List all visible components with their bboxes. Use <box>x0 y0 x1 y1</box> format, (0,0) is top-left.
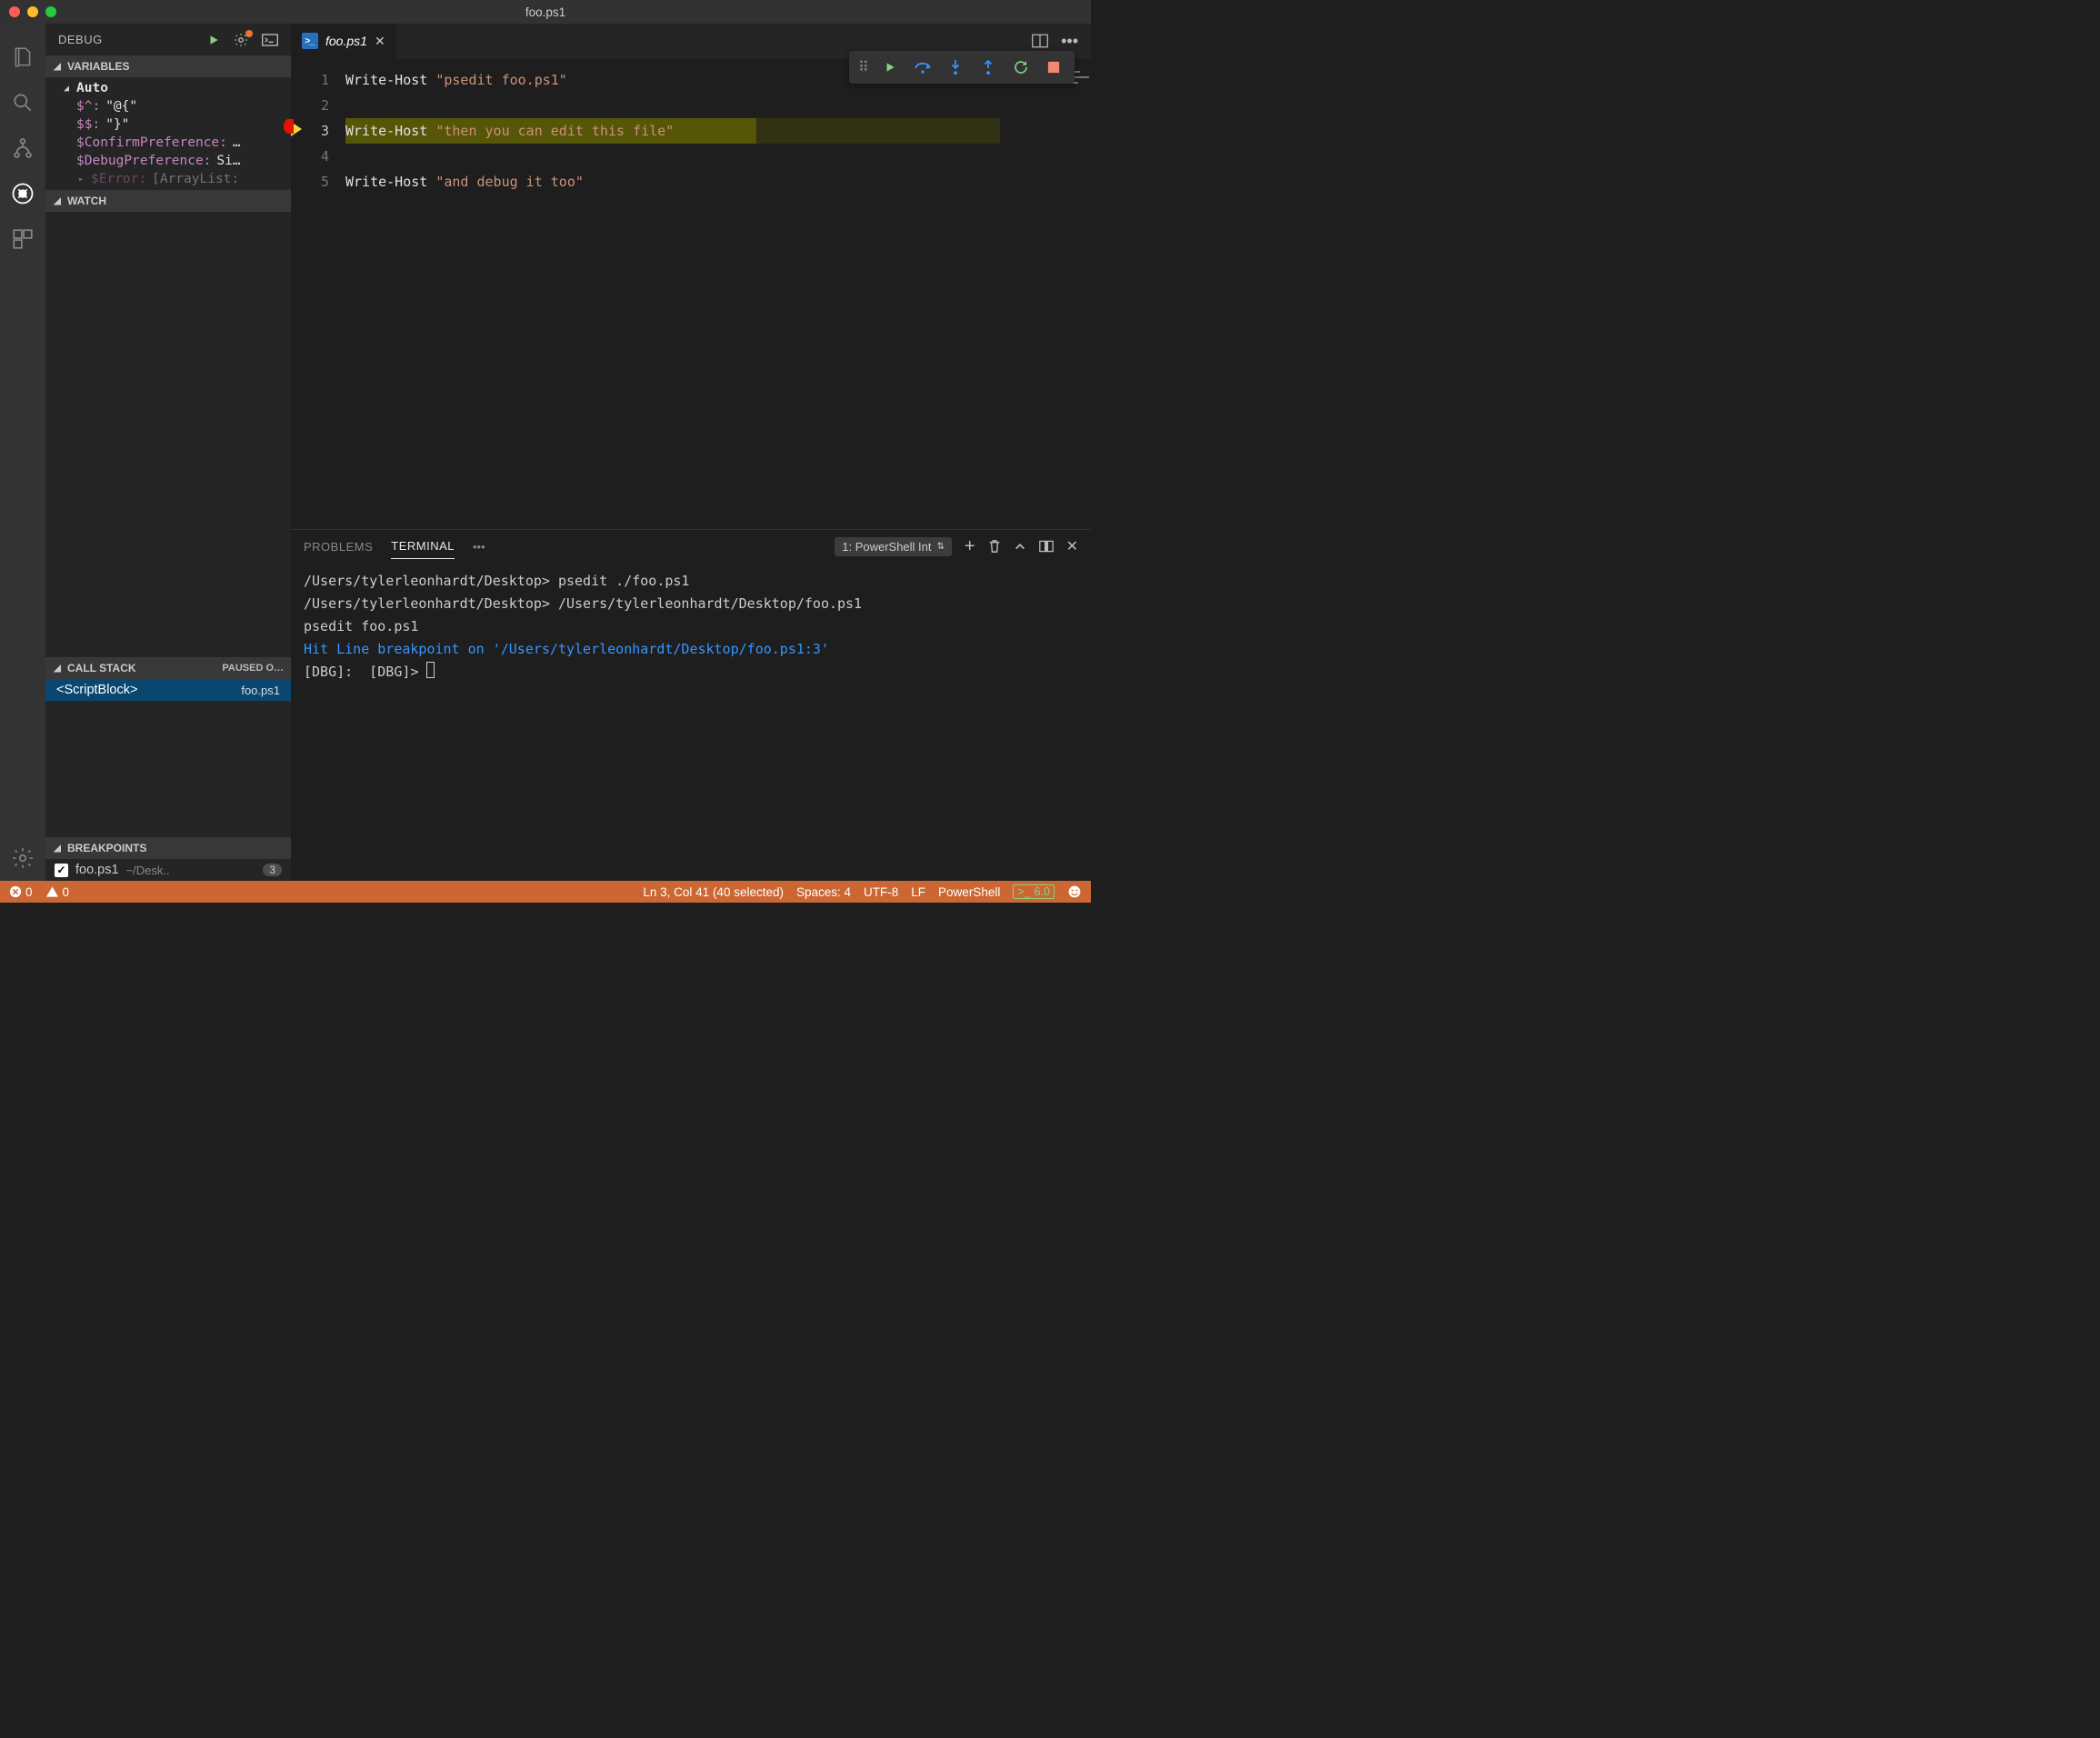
variable-scope-auto[interactable]: ◢ Auto <box>45 79 291 97</box>
debug-sidebar: DEBUG ◢ VARIABLES <box>45 24 291 881</box>
tab-terminal[interactable]: TERMINAL <box>391 534 455 559</box>
status-bar: 0 0 Ln 3, Col 41 (40 selected) Spaces: 4… <box>0 881 1091 903</box>
minimize-window-button[interactable] <box>27 6 38 17</box>
status-indentation[interactable]: Spaces: 4 <box>796 885 851 899</box>
line-number-gutter: 1 2 3 4 5 <box>291 58 345 529</box>
split-terminal-icon[interactable] <box>1039 540 1054 553</box>
checkbox-checked-icon[interactable]: ✓ <box>55 864 68 877</box>
chevron-right-icon: ▸ <box>76 175 85 185</box>
debug-toolbar: ⠿ <box>849 51 1075 84</box>
chevron-down-icon: ◢ <box>53 664 62 674</box>
more-actions-icon[interactable]: ••• <box>1061 32 1078 51</box>
sidebar-title: DEBUG <box>58 33 103 46</box>
breakpoint-row[interactable]: ✓ foo.ps1 ~/Desk.. 3 <box>45 859 291 881</box>
gear-icon[interactable] <box>0 835 45 881</box>
status-errors[interactable]: 0 <box>9 885 33 899</box>
variable-row[interactable]: $$: "}" <box>45 115 291 134</box>
step-out-button[interactable] <box>973 55 1004 80</box>
chevron-down-icon: ◢ <box>53 62 62 72</box>
scm-icon[interactable] <box>0 125 45 171</box>
close-tab-icon[interactable]: ✕ <box>375 34 385 49</box>
window-title: foo.ps1 <box>0 5 1091 19</box>
step-over-button[interactable] <box>907 55 938 80</box>
drag-handle-icon[interactable]: ⠿ <box>855 58 873 76</box>
feedback-smiley-icon[interactable] <box>1067 884 1082 899</box>
activity-bar <box>0 24 45 881</box>
kill-terminal-icon[interactable] <box>988 539 1001 554</box>
debug-config-gear-icon[interactable] <box>233 32 249 48</box>
tab-problems[interactable]: PROBLEMS <box>304 534 373 559</box>
minimap[interactable] <box>1036 58 1091 529</box>
close-panel-icon[interactable]: ✕ <box>1066 537 1078 555</box>
powershell-file-icon: >_ <box>302 33 318 49</box>
breakpoints-section-header[interactable]: ◢ BREAKPOINTS <box>45 837 291 859</box>
close-window-button[interactable] <box>9 6 20 17</box>
updown-icon: ⇅ <box>937 542 945 552</box>
titlebar: foo.ps1 <box>0 0 1091 24</box>
extensions-icon[interactable] <box>0 216 45 262</box>
variable-row[interactable]: ▸$Error: [ArrayList: <box>45 170 291 188</box>
status-warnings[interactable]: 0 <box>45 885 70 899</box>
variable-row[interactable]: $ConfirmPreference: … <box>45 134 291 152</box>
maximize-window-button[interactable] <box>45 6 56 17</box>
explorer-icon[interactable] <box>0 35 45 80</box>
debug-console-icon[interactable] <box>262 34 278 46</box>
callstack-status: PAUSED O… <box>222 663 284 674</box>
search-icon[interactable] <box>0 80 45 125</box>
callstack-frame[interactable]: <ScriptBlock> foo.ps1 <box>45 679 291 701</box>
maximize-panel-icon[interactable] <box>1014 540 1026 553</box>
new-terminal-icon[interactable]: + <box>965 536 975 557</box>
bottom-panel: PROBLEMS TERMINAL ••• 1: PowerShell Int … <box>291 529 1091 881</box>
status-powershell-version[interactable]: >_ 6.0 <box>1013 884 1055 899</box>
debug-icon[interactable] <box>0 171 45 216</box>
tab-foo-ps1[interactable]: >_ foo.ps1 ✕ <box>291 24 397 58</box>
callstack-section-header[interactable]: ◢ CALL STACK PAUSED O… <box>45 657 291 679</box>
chevron-down-icon: ◢ <box>53 196 62 206</box>
terminal-prompt-icon: >_ <box>1017 885 1030 898</box>
status-eol[interactable]: LF <box>911 885 925 899</box>
split-editor-icon[interactable] <box>1032 34 1048 48</box>
terminal-output[interactable]: /Users/tylerleonhardt/Desktop> psedit ./… <box>291 563 1091 881</box>
status-cursor[interactable]: Ln 3, Col 41 (40 selected) <box>643 885 784 899</box>
breakpoint-current-marker-icon[interactable] <box>291 119 302 145</box>
continue-button[interactable] <box>875 55 905 80</box>
chevron-down-icon: ◢ <box>53 844 62 854</box>
terminal-selector[interactable]: 1: PowerShell Int ⇅ <box>835 537 952 556</box>
step-into-button[interactable] <box>940 55 971 80</box>
code-content[interactable]: Write-Host "psedit foo.ps1" Write-Host "… <box>345 58 1036 529</box>
chevron-down-icon: ◢ <box>62 84 71 94</box>
variable-row[interactable]: $^: "@{" <box>45 97 291 115</box>
restart-button[interactable] <box>1005 55 1036 80</box>
status-language[interactable]: PowerShell <box>938 885 1000 899</box>
watch-section-header[interactable]: ◢ WATCH <box>45 190 291 212</box>
variable-row[interactable]: $DebugPreference: Si… <box>45 152 291 170</box>
status-encoding[interactable]: UTF-8 <box>864 885 898 899</box>
variables-section-header[interactable]: ◢ VARIABLES <box>45 55 291 77</box>
code-editor[interactable]: 1 2 3 4 5 Write-Host "psedit foo.ps1" Wr… <box>291 58 1091 529</box>
start-debug-icon[interactable] <box>207 34 220 46</box>
panel-overflow-icon[interactable]: ••• <box>473 540 485 554</box>
stop-button[interactable] <box>1038 55 1069 80</box>
